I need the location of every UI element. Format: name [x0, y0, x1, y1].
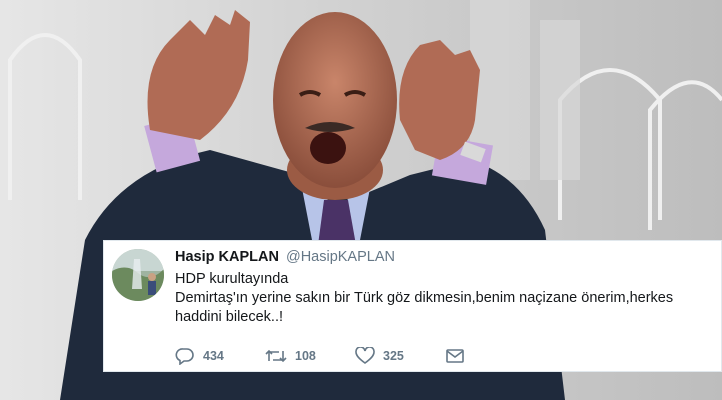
- reply-icon: [175, 347, 195, 365]
- retweet-count: 108: [295, 349, 316, 363]
- tweet-card[interactable]: Hasip KAPLAN @HasipKAPLAN HDP kurultayın…: [103, 240, 722, 372]
- like-count: 325: [383, 349, 404, 363]
- tweet-text: HDP kurultayında Demirtaş'ın yerine sakı…: [175, 270, 715, 327]
- tweet-text-line: Demirtaş'ın yerine sakın bir Türk göz di…: [175, 290, 674, 306]
- tweet-text-line: haddini bilecek..!: [175, 309, 284, 325]
- display-name[interactable]: Hasip KAPLAN: [175, 249, 279, 265]
- retweet-button[interactable]: 108: [265, 347, 316, 365]
- heart-icon: [355, 347, 375, 365]
- reply-count: 434: [203, 349, 224, 363]
- like-button[interactable]: 325: [355, 347, 404, 365]
- retweet-icon: [265, 347, 287, 365]
- tweet-header: Hasip KAPLAN @HasipKAPLAN: [175, 249, 395, 265]
- message-button[interactable]: [445, 347, 465, 365]
- reply-button[interactable]: 434: [175, 347, 224, 365]
- avatar-image: [112, 249, 164, 301]
- tweet-text-line: HDP kurultayında: [175, 271, 289, 287]
- envelope-icon: [445, 347, 465, 365]
- avatar[interactable]: [112, 249, 164, 301]
- user-handle[interactable]: @HasipKAPLAN: [286, 249, 395, 265]
